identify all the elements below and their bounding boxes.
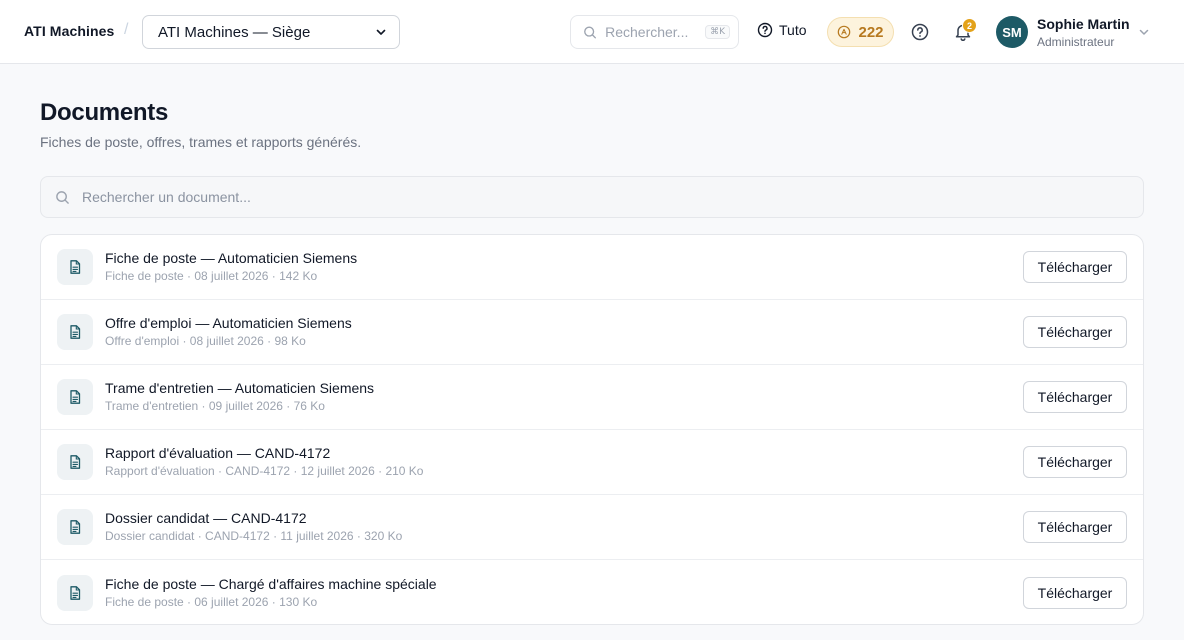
document-row: Offre d'emploi — Automaticien Siemens Of… [41, 300, 1143, 365]
top-bar: ATI Machines / ATI Machines — Siège ⌘K T… [0, 0, 1184, 64]
document-title[interactable]: Offre d'emploi — Automaticien Siemens [105, 315, 1023, 332]
page-subtitle: Fiches de poste, offres, trames et rappo… [40, 134, 362, 150]
document-meta: Fiche de poste · 08 juillet 2026 · 142 K… [105, 269, 318, 283]
document-title[interactable]: Fiche de poste — Chargé d'affaires machi… [105, 576, 1023, 593]
document-row: Fiche de poste — Chargé d'affaires machi… [41, 560, 1143, 624]
user-role: Administrateur [1037, 35, 1115, 49]
document-row: Dossier candidat — CAND-4172 Dossier can… [41, 495, 1143, 560]
help-circle-icon [757, 22, 773, 38]
document-list: Fiche de poste — Automaticien Siemens Fi… [40, 234, 1144, 625]
document-title[interactable]: Fiche de poste — Automaticien Siemens [105, 250, 1023, 267]
chevron-down-icon[interactable] [1138, 26, 1150, 38]
global-search[interactable]: ⌘K [570, 15, 739, 49]
download-button[interactable]: Télécharger [1023, 251, 1127, 283]
download-button[interactable]: Télécharger [1023, 511, 1127, 543]
download-button[interactable]: Télécharger [1023, 446, 1127, 478]
user-name[interactable]: Sophie Martin [1037, 16, 1130, 32]
download-button[interactable]: Télécharger [1023, 576, 1127, 609]
coin-icon [838, 25, 851, 39]
document-search[interactable] [40, 176, 1144, 218]
document-row: Rapport d'évaluation — CAND-4172 Rapport… [41, 430, 1143, 495]
document-row: Fiche de poste — Automaticien Siemens Fi… [41, 235, 1143, 300]
document-icon [57, 249, 93, 285]
search-icon [584, 26, 596, 38]
document-icon [57, 379, 93, 415]
document-title[interactable]: Dossier candidat — CAND-4172 [105, 510, 1023, 527]
document-meta: Rapport d'évaluation · CAND-4172 · 12 ju… [105, 464, 424, 478]
avatar[interactable]: SM [996, 16, 1028, 48]
organization-select[interactable]: ATI Machines — Siège [142, 15, 400, 49]
document-title[interactable]: Rapport d'évaluation — CAND-4172 [105, 445, 1023, 462]
tutorial-button[interactable]: Tuto [757, 22, 807, 38]
document-icon [57, 509, 93, 545]
search-shortcut-hint: ⌘K [705, 25, 730, 39]
organization-select-value: ATI Machines — Siège [158, 23, 311, 41]
document-meta: Trame d'entretien · 09 juillet 2026 · 76… [105, 399, 325, 413]
breadcrumb-separator: / [124, 21, 129, 38]
search-icon [56, 190, 69, 204]
brand-name[interactable]: ATI Machines [24, 23, 114, 39]
download-button[interactable]: Télécharger [1023, 316, 1127, 348]
credits-badge[interactable]: 222 [827, 17, 894, 47]
document-title[interactable]: Trame d'entretien — Automaticien Siemens [105, 380, 1023, 397]
document-row: Trame d'entretien — Automaticien Siemens… [41, 365, 1143, 430]
download-button[interactable]: Télécharger [1023, 381, 1127, 413]
page-title: Documents [40, 99, 168, 126]
document-icon [57, 314, 93, 350]
document-meta: Fiche de poste · 06 juillet 2026 · 130 K… [105, 594, 318, 609]
chevron-down-icon [376, 29, 386, 35]
document-search-input[interactable] [82, 189, 1129, 205]
global-search-input[interactable] [605, 24, 698, 40]
document-icon [57, 574, 93, 611]
tutorial-label: Tuto [779, 22, 807, 38]
credits-count: 222 [858, 23, 884, 41]
document-meta: Dossier candidat · CAND-4172 · 11 juille… [105, 529, 403, 543]
notification-count-badge: 2 [962, 18, 977, 33]
help-icon[interactable] [910, 22, 930, 42]
document-icon [57, 444, 93, 480]
document-meta: Offre d'emploi · 08 juillet 2026 · 98 Ko [105, 334, 306, 348]
